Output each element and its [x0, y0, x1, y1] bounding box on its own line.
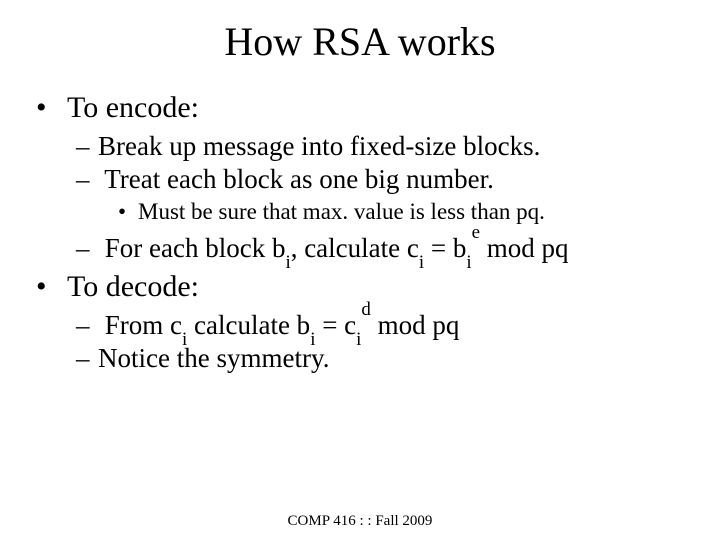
slide-title: How RSA works — [0, 18, 720, 65]
sub-i: i — [310, 329, 315, 350]
sub-i: i — [419, 252, 424, 273]
decode-step1-prefix: From c — [105, 310, 182, 340]
encode-step-3: For each block bi, calculate ci = bie mo… — [98, 233, 720, 264]
encode-header: To encode: Break up message into fixed-s… — [60, 91, 720, 264]
encode-step3-eq: = b — [424, 233, 466, 263]
encode-note: Must be sure that max. value is less tha… — [138, 199, 720, 225]
decode-header: To decode: From ci calculate bi = cid mo… — [60, 270, 720, 374]
sub-i: i — [182, 329, 187, 350]
decode-step-2: Notice the symmetry. — [98, 343, 720, 374]
encode-step-1: Break up message into fixed-size blocks. — [98, 131, 720, 162]
slide: How RSA works To encode: Break up messag… — [0, 18, 720, 540]
encode-steps: Break up message into fixed-size blocks.… — [60, 131, 720, 264]
slide-footer: COMP 416 : : Fall 2009 — [0, 513, 720, 530]
encode-step3-suffix: mod pq — [480, 233, 569, 263]
encode-step3-mid: , calculate c — [291, 233, 419, 263]
encode-note-list: Must be sure that max. value is less tha… — [98, 199, 720, 225]
sub-i: i — [466, 252, 471, 273]
sub-i: i — [285, 252, 290, 273]
bullet-list: To encode: Break up message into fixed-s… — [0, 91, 720, 374]
encode-step-2: Treat each block as one big number. Must… — [98, 164, 720, 225]
decode-steps: From ci calculate bi = cid mod pq Notice… — [60, 310, 720, 374]
decode-header-text: To decode: — [67, 270, 199, 303]
sub-i: i — [356, 329, 361, 350]
decode-step1-eq: = c — [315, 310, 356, 340]
sup-e: e — [472, 222, 480, 243]
sup-d: d — [361, 299, 370, 320]
encode-step3-prefix: For each block b — [105, 233, 286, 263]
encode-header-text: To encode: — [67, 91, 199, 124]
decode-step1-suffix: mod pq — [371, 310, 460, 340]
encode-step-2-text: Treat each block as one big number. — [104, 164, 494, 194]
decode-step-1: From ci calculate bi = cid mod pq — [98, 310, 720, 341]
decode-step1-mid: calculate b — [187, 310, 310, 340]
